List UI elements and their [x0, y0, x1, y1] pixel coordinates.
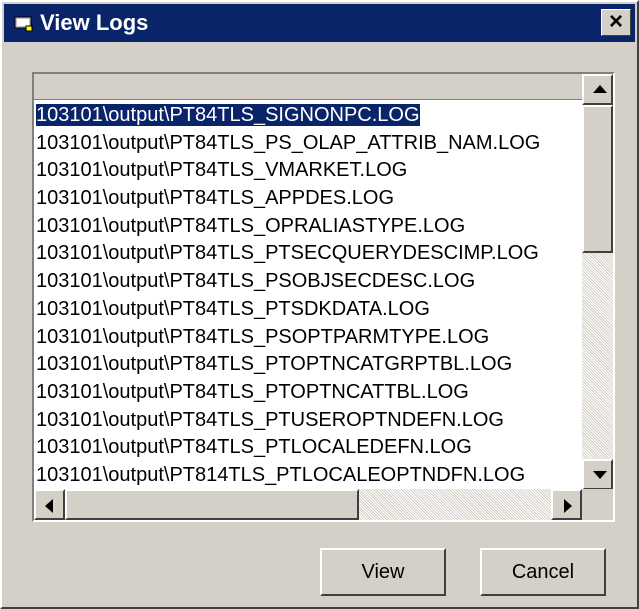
list-item[interactable]: 103101\output\PT84TLS_SIGNONPC.LOG: [34, 102, 582, 130]
vertical-scrollbar[interactable]: [582, 74, 613, 490]
horizontal-scroll-thumb[interactable]: [65, 489, 359, 520]
scroll-up-button[interactable]: [582, 74, 613, 105]
list-item-label: 103101\output\PT84TLS_PSOBJSECDESC.LOG: [36, 270, 476, 293]
list-item[interactable]: 103101\output\PT84TLS_APPDES.LOG: [34, 185, 582, 213]
arrow-left-icon: [45, 499, 53, 513]
view-logs-window: View Logs × 103101\output\PT84TLS_SIGNON…: [0, 0, 639, 609]
window-title: View Logs: [40, 10, 149, 35]
vertical-scroll-thumb[interactable]: [582, 105, 613, 253]
scrollbar-corner: [582, 489, 613, 520]
list-item[interactable]: 103101\output\PT84TLS_PS_OLAP_ATTRIB_NAM…: [34, 130, 582, 158]
list-item[interactable]: 103101\output\PT84TLS_PTOPTNCATGRPTBL.LO…: [34, 351, 582, 379]
list-item[interactable]: 103101\output\PT84TLS_VMARKET.LOG: [34, 157, 582, 185]
log-list-items[interactable]: 103101\output\PT84TLS_SIGNONPC.LOG 103101…: [34, 102, 582, 490]
close-icon: ×: [608, 8, 623, 35]
log-listbox[interactable]: 103101\output\PT84TLS_SIGNONPC.LOG 103101…: [32, 72, 615, 522]
app-icon: [14, 16, 33, 32]
arrow-right-icon: [564, 499, 572, 513]
arrow-up-icon: [593, 85, 607, 93]
list-item[interactable]: 103101\output\PT84TLS_PSOPTPARMTYPE.LOG: [34, 324, 582, 352]
list-item-label: 103101\output\PT84TLS_PTOPTNCATGRPTBL.LO…: [36, 353, 513, 376]
arrow-down-icon: [593, 471, 607, 479]
list-item[interactable]: 103101\output\PT84TLS_PTSECQUERYDESCIMP.…: [34, 240, 582, 268]
view-button[interactable]: View: [320, 548, 446, 596]
list-item-label: 103101\output\PT84TLS_PS_OLAP_ATTRIB_NAM…: [36, 131, 541, 154]
list-item-label: 103101\output\PT84TLS_PTLOCALEDEFN.LOG: [36, 436, 472, 459]
list-item-label: 103101\output\PT84TLS_VMARKET.LOG: [36, 159, 408, 182]
horizontal-scrollbar[interactable]: [34, 489, 582, 520]
scroll-left-button[interactable]: [34, 489, 65, 520]
scroll-right-button[interactable]: [551, 489, 582, 520]
list-item-label: 103101\output\PT84TLS_PSOPTPARMTYPE.LOG: [36, 325, 490, 348]
list-item[interactable]: 103101\output\PT814TLS_PTLOCALEOPTNDFN.L…: [34, 462, 582, 490]
list-item[interactable]: 103101\output\PT84TLS_PTOPTNCATTBL.LOG: [34, 379, 582, 407]
list-item-label: 103101\output\PT84TLS_PTSDKDATA.LOG: [36, 297, 430, 320]
scroll-down-button[interactable]: [582, 459, 613, 490]
title-bar[interactable]: View Logs ×: [4, 4, 635, 42]
list-item[interactable]: 103101\output\PT84TLS_PSOBJSECDESC.LOG: [34, 268, 582, 296]
list-item[interactable]: 103101\output\PT84TLS_PTUSEROPTNDEFN.LOG: [34, 407, 582, 435]
list-item-label: 103101\output\PT814TLS_PTLOCALEOPTNDFN.L…: [36, 463, 526, 486]
list-item[interactable]: 103101\output\PT84TLS_PTSDKDATA.LOG: [34, 296, 582, 324]
close-button[interactable]: ×: [601, 9, 631, 36]
list-header[interactable]: [34, 74, 582, 100]
list-item-label: 103101\output\PT84TLS_APPDES.LOG: [36, 187, 394, 210]
list-item-label: 103101\output\PT84TLS_PTOPTNCATTBL.LOG: [36, 380, 469, 403]
cancel-button[interactable]: Cancel: [480, 548, 606, 596]
list-item-label: 103101\output\PT84TLS_OPRALIASTYPE.LOG: [36, 214, 466, 237]
list-item[interactable]: 103101\output\PT84TLS_PTLOCALEDEFN.LOG: [34, 434, 582, 462]
list-item-label: 103101\output\PT84TLS_SIGNONPC.LOG: [35, 103, 421, 127]
list-item-label: 103101\output\PT84TLS_PTUSEROPTNDEFN.LOG: [36, 408, 504, 431]
list-item-label: 103101\output\PT84TLS_PTSECQUERYDESCIMP.…: [36, 242, 539, 265]
list-item[interactable]: 103101\output\PT84TLS_OPRALIASTYPE.LOG: [34, 213, 582, 241]
